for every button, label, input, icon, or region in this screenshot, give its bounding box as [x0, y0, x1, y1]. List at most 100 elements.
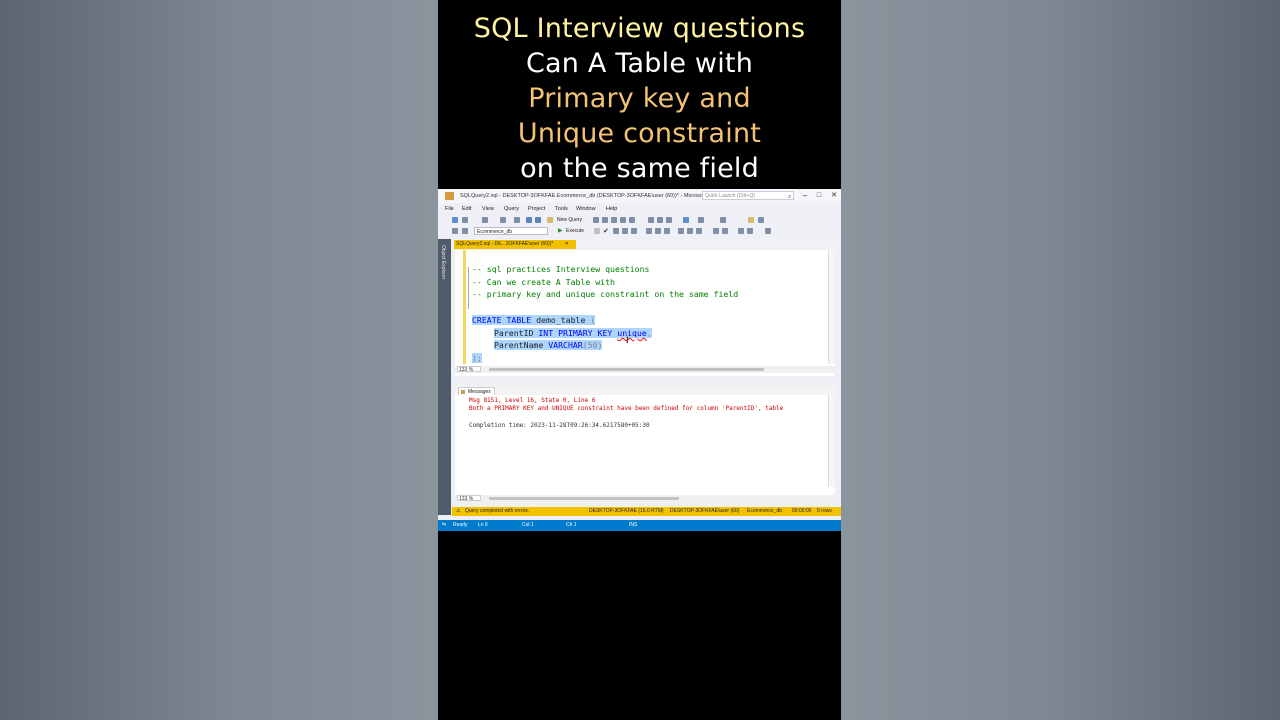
- toolbar-options-icon[interactable]: [758, 217, 764, 223]
- status-ready: Ready: [453, 522, 468, 528]
- object-explorer-strip[interactable]: Object Explorer: [438, 239, 451, 515]
- forward-icon[interactable]: [462, 217, 468, 223]
- db-query-icon[interactable]: [593, 217, 599, 223]
- messages-horizontal-scrollbar[interactable]: 133 %: [455, 495, 835, 502]
- app-icon: [445, 192, 454, 200]
- xmla-query-icon[interactable]: [620, 217, 626, 223]
- messages-vertical-scrollbar[interactable]: [828, 395, 835, 487]
- client-stats-icon[interactable]: [664, 228, 670, 234]
- new-query-icon[interactable]: [547, 217, 553, 223]
- save-icon[interactable]: [526, 217, 532, 223]
- live-stats-icon[interactable]: [655, 228, 661, 234]
- overlay-title-line-4: Unique constraint: [517, 118, 762, 149]
- editor-zoom-select[interactable]: 133 %: [457, 366, 481, 373]
- table-name: demo_table: [531, 315, 591, 325]
- quick-launch-input[interactable]: Quick Launch (Ctrl+Q): [702, 191, 794, 200]
- messages-icon: [461, 390, 465, 394]
- menu-query[interactable]: Query: [504, 204, 519, 214]
- dax-query-icon[interactable]: [629, 217, 635, 223]
- decrease-indent-icon[interactable]: [738, 228, 744, 234]
- menu-tools[interactable]: Tools: [555, 204, 568, 214]
- completion-time: Completion time: 2023-11-28T09:26:34.621…: [469, 422, 650, 429]
- unique-keyword: unique: [617, 328, 647, 338]
- close-button[interactable]: ✕: [828, 189, 840, 203]
- create-table-keyword: CREATE TABLE: [472, 315, 532, 325]
- comment-icon[interactable]: [713, 228, 719, 234]
- code-comment-2: -- Can we create A Table with: [472, 277, 615, 287]
- object-explorer-label[interactable]: Object Explorer: [440, 245, 446, 279]
- status-char: Ch 1: [566, 522, 577, 528]
- overlay-title-line-3: Primary key and: [528, 83, 751, 114]
- increase-indent-icon[interactable]: [747, 228, 753, 234]
- open-paren: (: [590, 315, 596, 325]
- standard-toolbar: New Query: [438, 215, 841, 226]
- column-parentname: ParentName: [494, 340, 549, 350]
- mdx-query-icon[interactable]: [602, 217, 608, 223]
- copy-icon[interactable]: [657, 217, 663, 223]
- messages-pane[interactable]: Msg 8151, Level 16, State 0, Line 6 Both…: [455, 395, 835, 502]
- results-to-grid-icon[interactable]: [687, 228, 693, 234]
- status-line: Ln 6: [478, 522, 488, 528]
- estimated-plan-icon[interactable]: [613, 228, 619, 234]
- execute-icon[interactable]: ▶: [558, 226, 563, 237]
- connect-icon[interactable]: [452, 228, 458, 234]
- maximize-button[interactable]: □: [813, 189, 825, 203]
- editor-vertical-scrollbar[interactable]: [828, 250, 835, 364]
- undo-icon[interactable]: [500, 217, 506, 223]
- database-select[interactable]: Ecommerce_db: [474, 227, 548, 235]
- menu-view[interactable]: View: [482, 204, 494, 214]
- query-status-server: DESKTOP-3OFKFAE (16.0 RTM): [589, 508, 664, 514]
- column-parentname-type: VARCHAR: [548, 340, 583, 350]
- undo-arrow-icon[interactable]: [683, 217, 689, 223]
- parse-checkmark-icon[interactable]: ✔: [603, 226, 609, 237]
- menu-edit[interactable]: Edit: [462, 204, 471, 214]
- execute-button[interactable]: Execute: [566, 226, 584, 237]
- ide-status-bar: ⇋ Ready Ln 6 Col 1 Ch 1 INS: [438, 520, 841, 531]
- find-icon[interactable]: [748, 217, 754, 223]
- editor-hscroll-thumb[interactable]: [489, 368, 764, 371]
- solution-explorer-icon[interactable]: [720, 217, 726, 223]
- redo-arrow-icon[interactable]: [698, 217, 704, 223]
- column-parentid: ParentID: [494, 328, 539, 338]
- stop-icon[interactable]: [594, 228, 600, 234]
- code-line-create: CREATE TABLE demo_table (: [472, 314, 596, 326]
- minimize-button[interactable]: –: [799, 189, 811, 203]
- sql-editor-toolbar: Ecommerce_db ▶ Execute ✔: [438, 226, 841, 237]
- title-bar: SQLQuery2.sql - DESKTOP-3OFKFAE.Ecommerc…: [438, 189, 841, 203]
- menu-window[interactable]: Window: [576, 204, 596, 214]
- save-all-icon[interactable]: [535, 217, 541, 223]
- tab-sqlquery2[interactable]: SQLQuery2.sql - DE...3OFKFAE\user (60))*…: [454, 240, 576, 249]
- back-icon[interactable]: [452, 217, 458, 223]
- messages-zoom-select[interactable]: 133 %: [457, 495, 481, 502]
- include-plan-icon[interactable]: [646, 228, 652, 234]
- query-status-user: DESKTOP-3OFKFAE\user (60): [670, 508, 740, 514]
- open-icon[interactable]: [482, 217, 488, 223]
- paste-icon[interactable]: [666, 217, 672, 223]
- tab-close-icon[interactable]: ✕: [565, 240, 569, 249]
- mouse-cursor-icon: I: [626, 335, 629, 345]
- specify-values-icon[interactable]: [765, 228, 771, 234]
- query-options-icon[interactable]: [622, 228, 628, 234]
- new-file-icon[interactable]: [514, 217, 520, 223]
- menu-help[interactable]: Help: [606, 204, 617, 214]
- new-query-button[interactable]: New Query: [557, 215, 582, 226]
- results-to-file-icon[interactable]: [696, 228, 702, 234]
- results-to-text-icon[interactable]: [678, 228, 684, 234]
- dmx-query-icon[interactable]: [611, 217, 617, 223]
- cut-icon[interactable]: [648, 217, 654, 223]
- search-icon[interactable]: ⌕: [788, 190, 791, 204]
- menu-file[interactable]: File: [445, 204, 454, 214]
- messages-hscroll-thumb[interactable]: [489, 497, 679, 500]
- query-editor[interactable]: -- sql practices Interview questions -- …: [455, 250, 835, 376]
- intellisense-icon[interactable]: [631, 228, 637, 234]
- change-connection-icon[interactable]: [462, 228, 468, 234]
- editor-horizontal-scrollbar[interactable]: 133 %: [455, 366, 835, 373]
- menu-project[interactable]: Project: [528, 204, 545, 214]
- video-frame: SQL Interview questions Can A Table with…: [438, 0, 841, 720]
- status-insert-mode: INS: [629, 522, 638, 528]
- menu-bar: File Edit View Query Project Tools Windo…: [438, 204, 841, 214]
- status-icon: ⇋: [442, 522, 447, 528]
- code-comment-3: -- primary key and unique constraint on …: [472, 289, 739, 299]
- query-status-time: 00:00:00: [792, 508, 812, 514]
- uncomment-icon[interactable]: [722, 228, 728, 234]
